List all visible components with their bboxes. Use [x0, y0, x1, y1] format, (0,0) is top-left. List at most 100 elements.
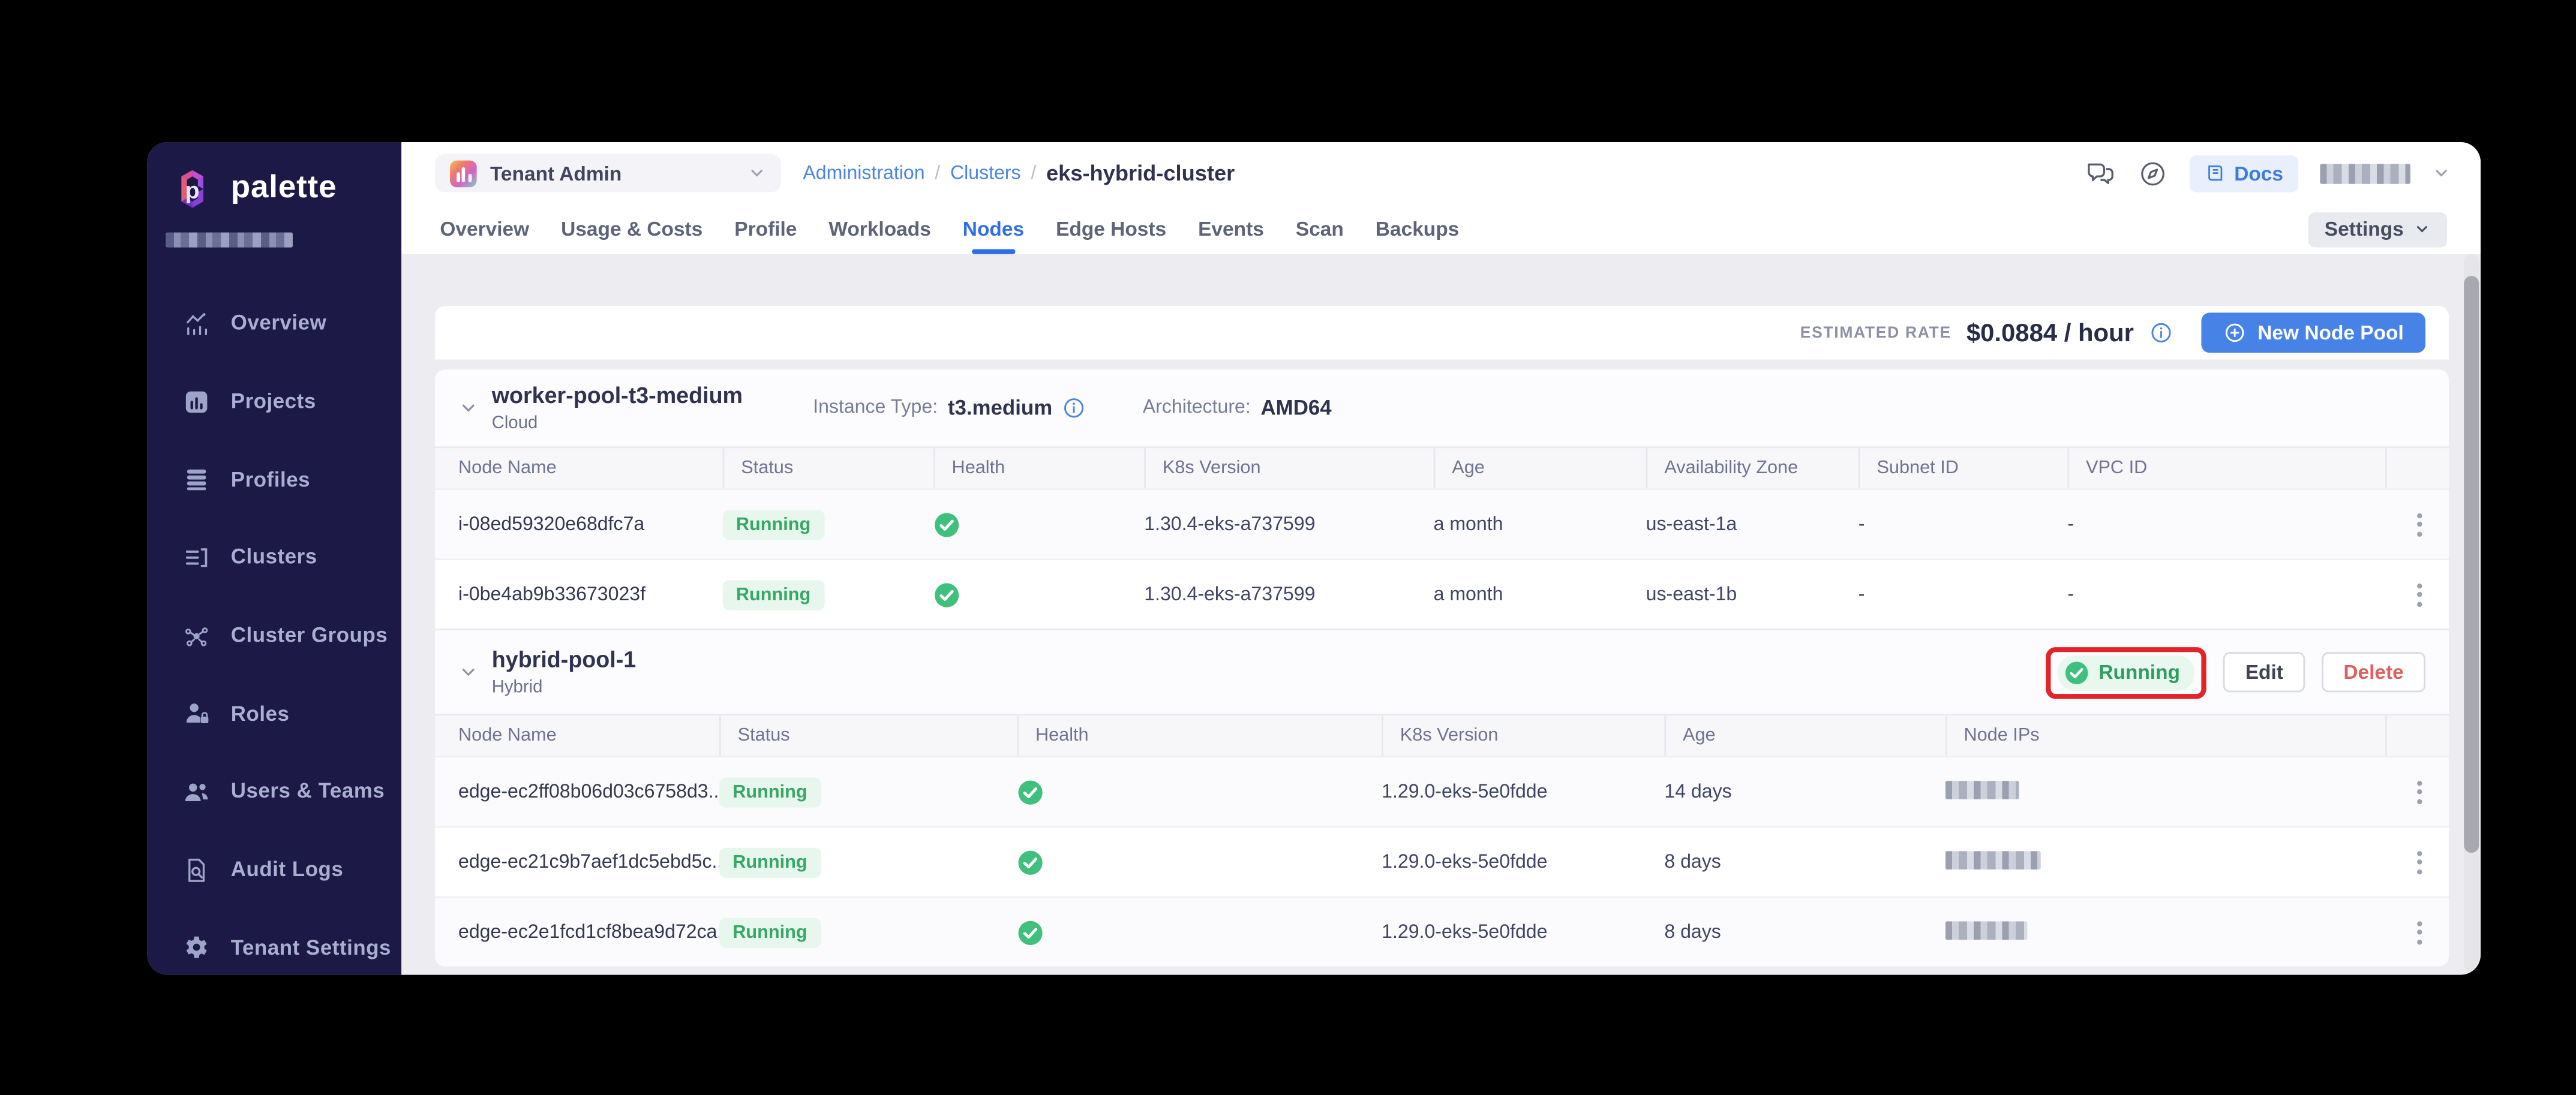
sidebar-item-projects[interactable]: Projects [147, 362, 401, 440]
pool-actions: Running Edit Delete [2045, 646, 2449, 698]
settings-button[interactable]: Settings [2308, 212, 2447, 247]
node-age: a month [1434, 514, 1646, 534]
pool-name: hybrid-pool-1 [492, 648, 636, 675]
tab-usage-costs[interactable]: Usage & Costs [561, 204, 702, 254]
node-age: 14 days [1664, 782, 1945, 802]
row-actions-menu[interactable] [2417, 780, 2425, 804]
check-circle-icon [2064, 660, 2089, 685]
tab-edge-hosts[interactable]: Edge Hosts [1056, 204, 1166, 254]
breadcrumb-link-clusters[interactable]: Clusters [950, 163, 1021, 183]
k8s-version: 1.29.0-eks-5e0fdde [1382, 782, 1664, 802]
tab-events[interactable]: Events [1198, 204, 1264, 254]
column-header: Node Name [458, 715, 719, 756]
k8s-version: 1.30.4-eks-a737599 [1144, 514, 1433, 534]
info-icon[interactable] [2149, 321, 2172, 344]
status-badge: Running [719, 917, 821, 947]
sidebar-item-audit-logs[interactable]: Audit Logs [147, 831, 401, 909]
audit-logs-icon [182, 856, 211, 884]
sidebar-item-overview[interactable]: Overview [147, 284, 401, 362]
info-icon[interactable] [1062, 396, 1086, 420]
k8s-version: 1.29.0-eks-5e0fdde [1382, 922, 1664, 942]
pool-header-worker-pool: worker-pool-t3-medium Cloud Instance Typ… [435, 369, 2449, 448]
projects-icon [182, 387, 211, 416]
node-ips-redacted [1945, 850, 2041, 869]
sidebar-item-roles[interactable]: Roles [147, 675, 401, 753]
node-ips-redacted [1945, 920, 2028, 939]
chevron-down-icon [747, 164, 766, 182]
instance-type-label: Instance Type: [813, 398, 938, 418]
palette-logo-icon: p [167, 164, 218, 214]
tab-nodes[interactable]: Nodes [963, 204, 1024, 254]
rate-toolbar: ESTIMATED RATE $0.0884 / hour New Node P… [435, 306, 2449, 359]
users-teams-icon [182, 777, 211, 805]
column-header: K8s Version [1382, 715, 1664, 756]
new-node-pool-label: New Node Pool [2257, 321, 2404, 344]
docs-button[interactable]: Docs [2189, 155, 2298, 191]
column-header: Age [1434, 448, 1646, 488]
collapse-chevron-icon[interactable] [458, 398, 478, 418]
roles-icon [182, 699, 211, 727]
plus-circle-icon [2223, 321, 2246, 344]
estimated-rate-label: ESTIMATED RATE [1800, 324, 1951, 342]
help-compass-icon[interactable] [2137, 158, 2167, 188]
health-ok-icon [1017, 849, 1044, 876]
row-actions-menu[interactable] [2417, 583, 2425, 606]
chat-icon[interactable] [2083, 157, 2115, 189]
breadcrumb-current-cluster: eks-hybrid-cluster [1046, 161, 1235, 186]
scope-switcher[interactable]: Tenant Admin [435, 154, 781, 192]
breadcrumb-link-administration[interactable]: Administration [803, 163, 924, 183]
worker-pool-table-header: Node Name Status Health K8s Version Age … [435, 448, 2449, 488]
logo-wordmark: palette [231, 170, 337, 207]
sidebar-item-label: Profiles [231, 468, 310, 491]
annotation-highlight-box: Running [2045, 646, 2207, 698]
sidebar-item-label: Users & Teams [231, 780, 385, 804]
user-menu-chevron-icon[interactable] [2432, 164, 2451, 182]
vpc-id: - [2067, 514, 2385, 534]
status-badge: Running [719, 847, 821, 877]
sidebar-item-clusters[interactable]: Clusters [147, 519, 401, 597]
svg-text:p: p [185, 178, 200, 204]
health-ok-icon [1017, 778, 1044, 805]
column-header: Availability Zone [1646, 448, 1859, 488]
profiles-icon [182, 465, 211, 494]
architecture-value: AMD64 [1261, 396, 1332, 420]
delete-button[interactable]: Delete [2322, 652, 2425, 692]
node-name: edge-ec21c9b7aef1dc5ebd5c... [458, 852, 719, 872]
status-badge: Running [723, 579, 824, 609]
node-age: 8 days [1664, 922, 1945, 942]
scrollbar-thumb[interactable] [2464, 276, 2479, 853]
sidebar-item-tenant-settings[interactable]: Tenant Settings [147, 909, 401, 974]
sidebar-item-cluster-groups[interactable]: Cluster Groups [147, 597, 401, 675]
table-row: i-0be4ab9b33673023f Running 1.30.4-eks-a… [435, 558, 2449, 628]
tab-workloads[interactable]: Workloads [828, 204, 930, 254]
brand-logo: p palette [147, 142, 401, 214]
breadcrumb-separator: / [1031, 163, 1036, 183]
row-actions-menu[interactable] [2417, 850, 2425, 874]
row-actions-menu[interactable] [2417, 920, 2425, 944]
row-actions-menu[interactable] [2417, 513, 2425, 536]
collapse-chevron-icon[interactable] [458, 662, 478, 682]
cluster-groups-icon [182, 621, 211, 649]
k8s-version: 1.30.4-eks-a737599 [1144, 585, 1433, 604]
pool-name: worker-pool-t3-medium [492, 384, 743, 411]
sidebar-item-label: Clusters [231, 546, 317, 569]
tab-profile[interactable]: Profile [734, 204, 797, 254]
tenant-name-redacted [166, 233, 293, 248]
nodes-content: ESTIMATED RATE $0.0884 / hour New Node P… [401, 254, 2481, 975]
node-pools-card: worker-pool-t3-medium Cloud Instance Typ… [435, 369, 2449, 966]
tab-overview[interactable]: Overview [440, 204, 529, 254]
tab-scan[interactable]: Scan [1296, 204, 1344, 254]
sidebar-item-users-teams[interactable]: Users & Teams [147, 753, 401, 831]
subnet-id: - [1859, 514, 2068, 534]
column-header: K8s Version [1144, 448, 1433, 488]
node-name: i-08ed59320e68dfc7a [458, 514, 723, 534]
sidebar-item-profiles[interactable]: Profiles [147, 440, 401, 518]
k8s-version: 1.29.0-eks-5e0fdde [1382, 852, 1664, 872]
tab-backups[interactable]: Backups [1376, 204, 1460, 254]
edit-button[interactable]: Edit [2223, 652, 2305, 692]
new-node-pool-button[interactable]: New Node Pool [2200, 312, 2425, 353]
vpc-id: - [2067, 585, 2385, 604]
pool-header-hybrid-pool: hybrid-pool-1 Hybrid Running Edit Delete [435, 628, 2449, 715]
table-row: edge-ec2e1fcd1cf8bea9d72ca... Running 1.… [435, 897, 2449, 967]
tenant-scope-icon [450, 160, 477, 186]
